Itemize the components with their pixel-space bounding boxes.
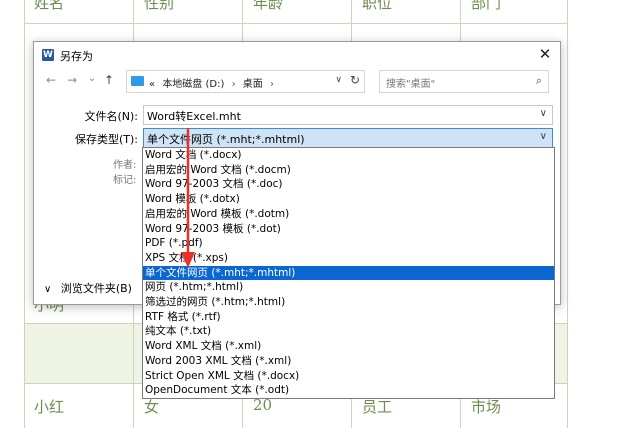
savetype-option[interactable]: Word 模板 (*.dotx) <box>143 192 554 207</box>
dialog-titlebar[interactable]: W 另存为 ✕ <box>34 42 560 68</box>
filename-label: 文件名(N): <box>84 110 138 123</box>
savetype-option[interactable]: 单个文件网页 (*.mht;*.mhtml) <box>143 265 554 281</box>
savetype-option[interactable]: Strict Open XML 文档 (*.docx) <box>143 369 554 384</box>
savetype-option[interactable]: 启用宏的 Word 文档 (*.docm) <box>143 163 554 178</box>
up-folder-icon[interactable]: ↑ <box>104 73 114 87</box>
search-input[interactable]: 搜索"桌面" ⌕ <box>379 70 549 93</box>
savetype-label: 保存类型(T): <box>74 133 138 146</box>
savetype-option[interactable]: Word 97-2003 模板 (*.dot) <box>143 222 554 237</box>
savetype-option[interactable]: RTF 格式 (*.rtf) <box>143 310 554 325</box>
savetype-option[interactable]: Word 97-2003 文档 (*.doc) <box>143 177 554 192</box>
savetype-option[interactable]: 启用宏的 Word 模板 (*.dotm) <box>143 207 554 222</box>
savetype-option[interactable]: OpenDocument 文本 (*.odt) <box>143 383 554 398</box>
table-header-cell: 性别 <box>144 0 175 12</box>
chevron-down-icon[interactable]: ∨ <box>335 75 342 85</box>
table-header-cell: 部门 <box>471 0 502 12</box>
refresh-icon[interactable]: ↻ <box>350 73 360 87</box>
chevron-right-icon[interactable]: › <box>270 79 274 90</box>
savetype-option[interactable]: Word 文档 (*.docx) <box>143 148 554 163</box>
close-icon[interactable]: ✕ <box>536 45 554 63</box>
table-header-cell: 职位 <box>362 0 393 12</box>
filename-input[interactable]: Word转Excel.mht ∨ <box>143 105 553 125</box>
search-placeholder: 搜索"桌面" <box>386 79 436 90</box>
table-border <box>567 0 568 428</box>
savetype-option[interactable]: Word 2003 XML 文档 (*.xml) <box>143 354 554 369</box>
chevron-right-icon[interactable]: › <box>232 79 236 90</box>
word-app-icon: W <box>42 49 54 61</box>
forward-icon[interactable]: → <box>67 73 77 87</box>
breadcrumb-desktop[interactable]: 桌面 <box>243 79 263 90</box>
table-border <box>24 23 568 24</box>
savetype-option[interactable]: 网页 (*.htm;*.html) <box>143 280 554 295</box>
search-icon[interactable]: ⌕ <box>536 74 542 88</box>
savetype-option[interactable]: XPS 文档 (*.xps) <box>143 251 554 266</box>
chevron-down-icon[interactable]: ∨ <box>540 108 547 119</box>
savetype-option[interactable]: 纯文本 (*.txt) <box>143 324 554 339</box>
recent-locations-icon[interactable]: ⌄ <box>88 73 96 84</box>
dialog-title: 另存为 <box>60 50 93 63</box>
folder-icon <box>131 76 144 86</box>
breadcrumb-overflow[interactable]: « <box>149 79 155 90</box>
chevron-down-icon: ∨ <box>44 284 52 295</box>
navigation-bar: ← → ⌄ ↑ « 本地磁盘 (D:) › 桌面 › ∨ ↻ 搜索"桌面" ⌕ <box>34 70 560 94</box>
breadcrumb: « 本地磁盘 (D:) › 桌面 › <box>149 75 278 90</box>
savetype-option[interactable]: 筛选过的网页 (*.htm;*.html) <box>143 295 554 310</box>
savetype-option[interactable]: Word XML 文档 (*.xml) <box>143 339 554 354</box>
browse-folders-label: 浏览文件夹(B) <box>60 282 132 295</box>
table-cell: 女 <box>144 398 160 416</box>
address-bar[interactable]: « 本地磁盘 (D:) › 桌面 › ∨ ↻ <box>126 70 365 93</box>
red-annotation-arrow <box>181 128 195 268</box>
tags-label: 标记: <box>113 175 137 186</box>
table-header-cell: 姓名 <box>34 0 65 12</box>
browse-folders-toggle[interactable]: ∨ 浏览文件夹(B) <box>44 280 132 296</box>
chevron-down-icon[interactable]: ∨ <box>540 131 547 142</box>
table-header-cell: 年龄 <box>253 0 284 12</box>
savetype-value: 单个文件网页 (*.mht;*.mhtml) <box>147 133 305 146</box>
breadcrumb-drive[interactable]: 本地磁盘 (D:) <box>162 79 224 90</box>
savetype-option[interactable]: PDF (*.pdf) <box>143 236 554 251</box>
back-icon[interactable]: ← <box>46 73 56 87</box>
table-cell: 员工 <box>362 398 393 416</box>
filename-value: Word转Excel.mht <box>147 110 241 123</box>
savetype-dropdown-list: Word 文档 (*.docx) 启用宏的 Word 文档 (*.docm) W… <box>142 147 555 399</box>
author-label: 作者: <box>113 160 137 171</box>
savetype-select[interactable]: 单个文件网页 (*.mht;*.mhtml) ∨ <box>143 128 553 148</box>
arrow-head <box>181 252 195 268</box>
table-border <box>24 0 25 428</box>
table-cell: 市场 <box>471 398 502 416</box>
table-cell: 小红 <box>34 398 65 416</box>
